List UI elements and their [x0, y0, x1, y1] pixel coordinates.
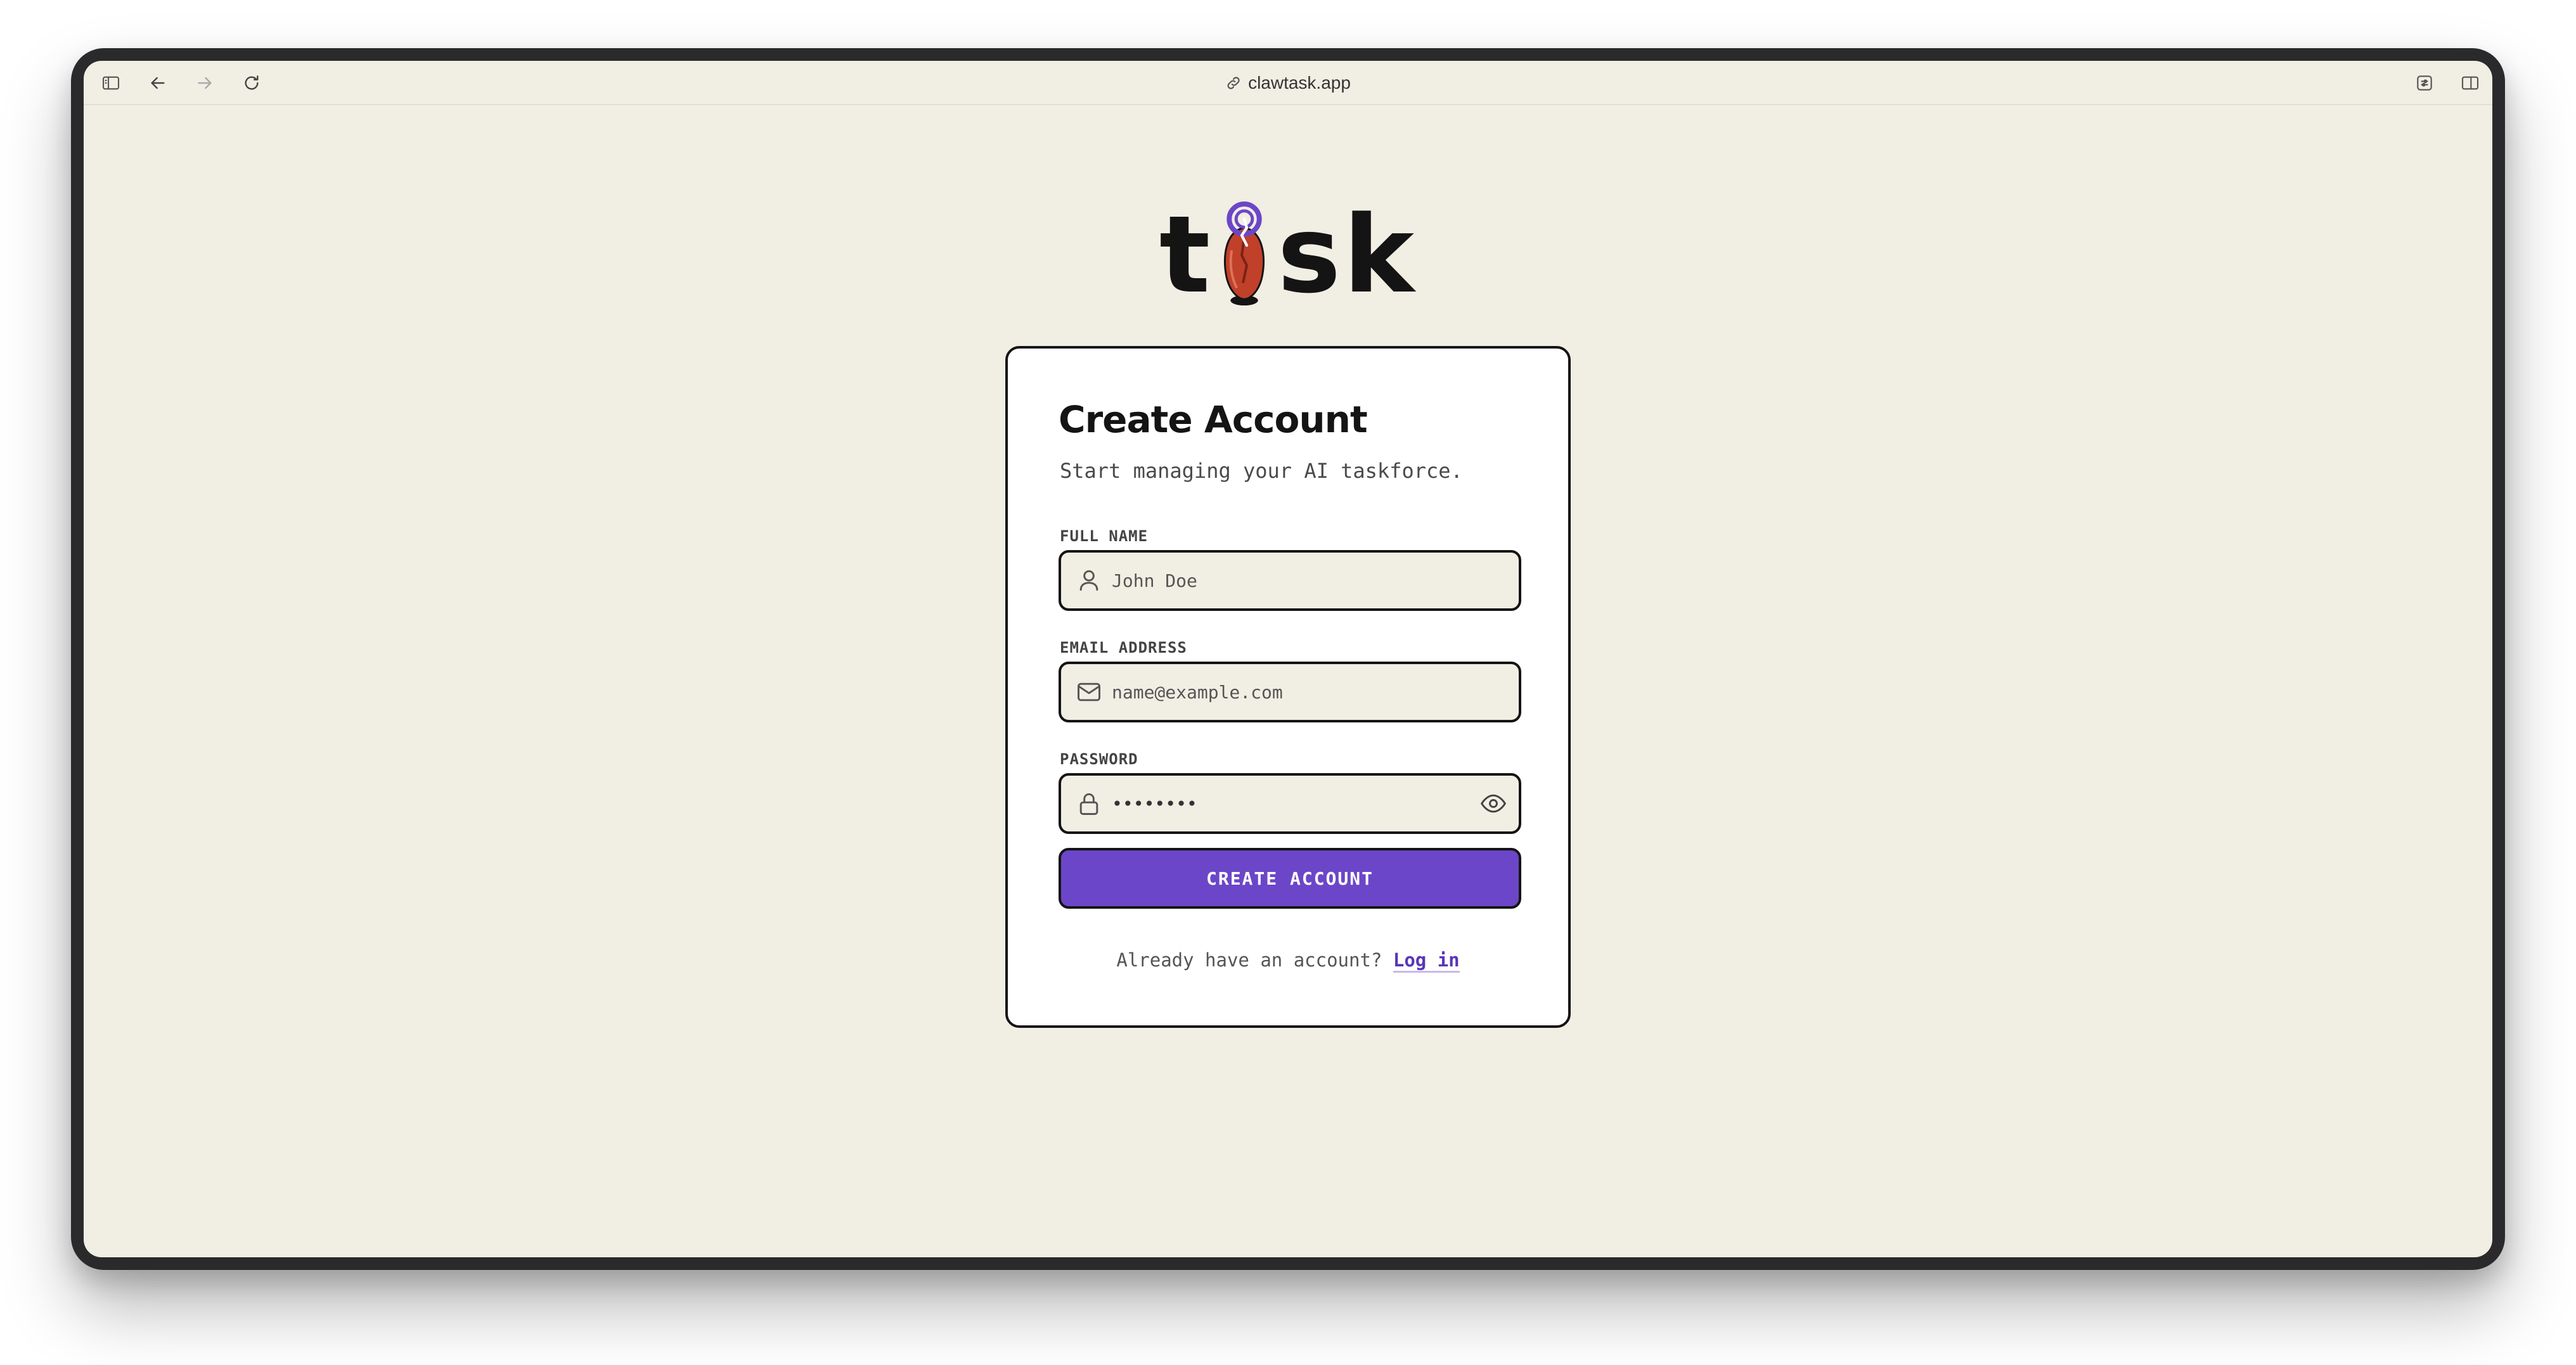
- sidebar-icon[interactable]: [100, 72, 122, 94]
- browser-window: clawtask.app t sk Create Account Start m…: [71, 48, 2505, 1270]
- page-title: Create Account: [1059, 398, 1368, 441]
- password-input[interactable]: [1112, 776, 1467, 831]
- full-name-field[interactable]: [1059, 550, 1521, 611]
- user-icon: [1079, 570, 1098, 591]
- email-input[interactable]: [1112, 664, 1467, 720]
- email-label: EMAIL ADDRESS: [1060, 639, 1187, 657]
- extension-icon[interactable]: [2414, 72, 2435, 94]
- show-password-eye-icon[interactable]: [1479, 790, 1507, 817]
- full-name-label: FULL NAME: [1060, 527, 1149, 545]
- page-subtitle: Start managing your AI taskforce.: [1060, 459, 1463, 483]
- browser-viewport: clawtask.app t sk Create Account Start m…: [84, 61, 2492, 1257]
- mail-icon: [1078, 682, 1100, 702]
- password-field[interactable]: [1059, 773, 1521, 834]
- split-view-icon[interactable]: [2459, 72, 2481, 94]
- password-label: PASSWORD: [1060, 750, 1138, 768]
- login-link[interactable]: Log in: [1393, 949, 1460, 973]
- signup-card: Create Account Start managing your AI ta…: [1005, 346, 1571, 1028]
- login-prompt-text: Already have an account?: [1116, 949, 1382, 971]
- logo-letter-t: t: [1159, 193, 1213, 317]
- lobster-mascot-icon: [1224, 201, 1265, 306]
- full-name-input[interactable]: [1112, 553, 1467, 608]
- logo-letters-sk: sk: [1277, 193, 1417, 317]
- create-account-button[interactable]: CREATE ACCOUNT: [1059, 848, 1521, 909]
- login-prompt: Already have an account? Log in: [1008, 949, 1568, 973]
- email-field[interactable]: [1059, 662, 1521, 722]
- lock-icon: [1079, 793, 1098, 815]
- browser-toolbar: clawtask.app: [84, 61, 2492, 105]
- forward-arrow-icon[interactable]: [194, 72, 216, 94]
- back-arrow-icon[interactable]: [147, 72, 169, 94]
- address-bar[interactable]: clawtask.app: [1225, 71, 1351, 95]
- app-logo: t sk: [1159, 200, 1417, 308]
- url-text: clawtask.app: [1248, 73, 1351, 93]
- link-icon: [1227, 77, 1240, 89]
- reload-icon[interactable]: [241, 72, 262, 94]
